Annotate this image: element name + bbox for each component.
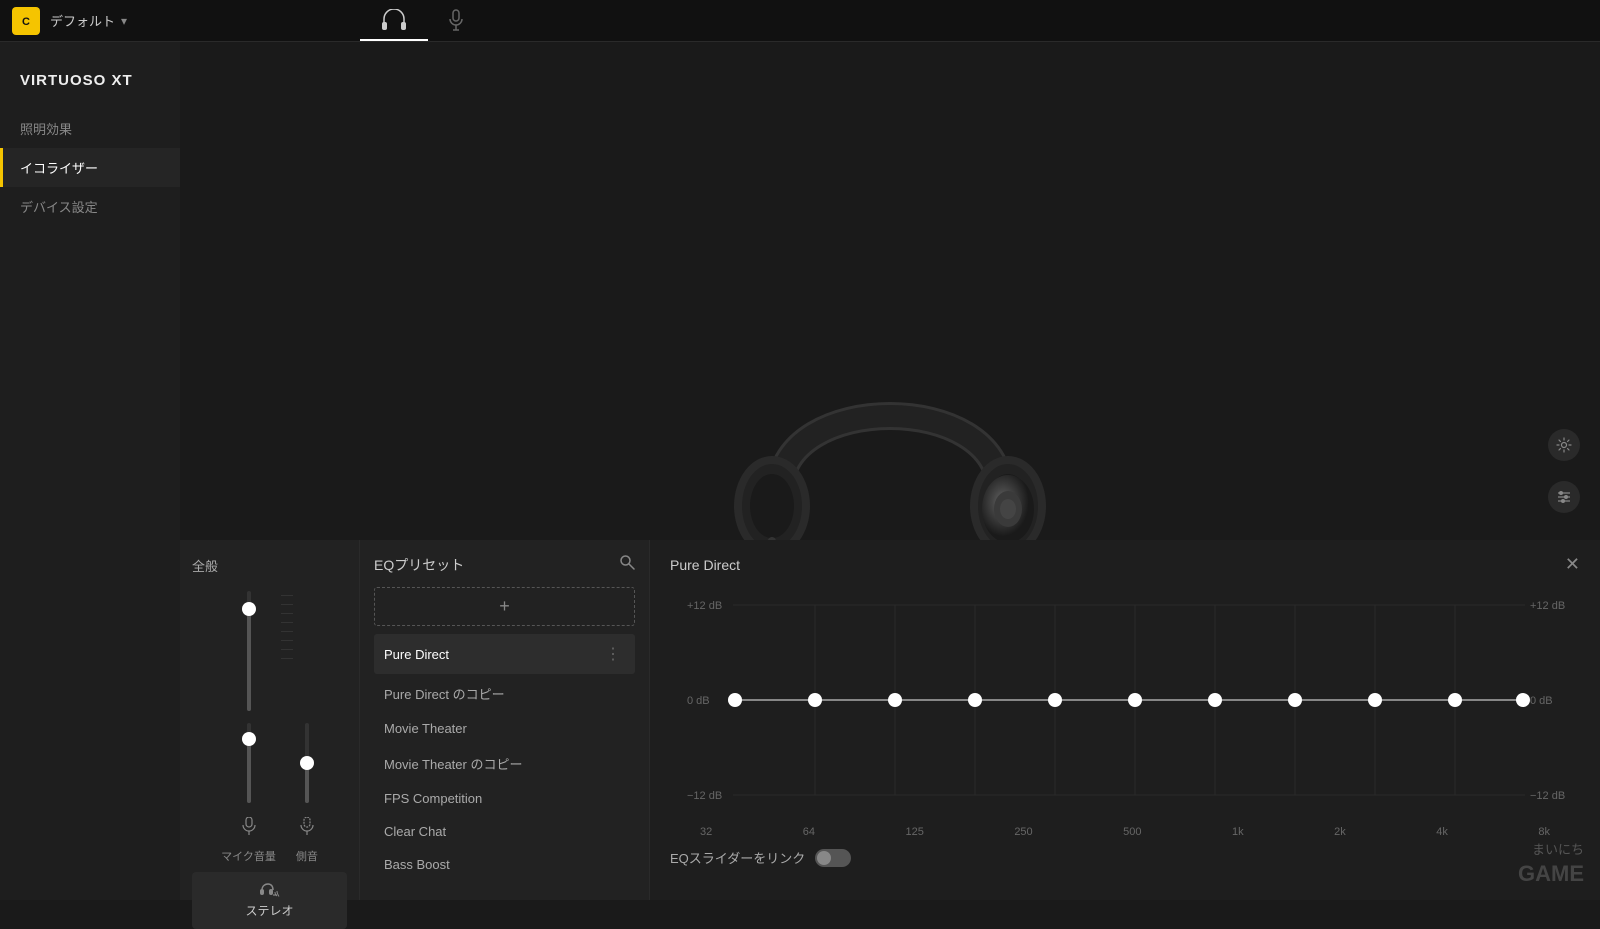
main-area: VIRTUOSO XT 照明効果 イコライザー デバイス設定 [0, 42, 1600, 900]
eq-point-1[interactable] [808, 693, 822, 707]
eq-point-9[interactable] [1448, 693, 1462, 707]
eq-graph-title: Pure Direct [670, 557, 740, 573]
settings-icon[interactable] [1548, 429, 1580, 461]
eq-point-0[interactable] [728, 693, 742, 707]
svg-text:0 dB: 0 dB [687, 695, 710, 707]
freq-label-125: 125 [905, 826, 923, 838]
freq-label-1k: 1k [1232, 826, 1244, 838]
stereo-btn-label: ステレオ [245, 902, 293, 919]
device-title: VIRTUOSO XT [0, 72, 180, 109]
eq-close-button[interactable]: ✕ [1565, 554, 1580, 575]
svg-text:0 dB: 0 dB [1530, 695, 1553, 707]
nav-device-settings[interactable]: デバイス設定 [0, 187, 180, 226]
eq-preset-panel: EQプリセット + Pure Direct ⋮ [360, 540, 650, 900]
main-volume-fill [247, 609, 251, 711]
freq-label-32: 32 [700, 826, 712, 838]
eq-point-4[interactable] [1048, 693, 1062, 707]
svg-text:C: C [22, 16, 30, 28]
freq-label-4k: 4k [1436, 826, 1448, 838]
eq-point-7[interactable] [1288, 693, 1302, 707]
sliders-row [192, 591, 347, 711]
sidetone-icon [300, 817, 314, 840]
watermark-line2: GAME [1518, 859, 1584, 890]
tab-mic[interactable] [428, 0, 484, 41]
volume-ticks [281, 595, 293, 659]
tab-headphone[interactable] [360, 0, 428, 41]
svg-text:−12 dB: −12 dB [687, 790, 722, 802]
eq-freq-labels: 32 64 125 250 500 1k 2k 4k 8k [670, 820, 1580, 838]
toggle-thumb [817, 851, 831, 865]
preset-dropdown-icon[interactable]: ▾ [121, 14, 127, 28]
sidetone-thumb[interactable] [300, 756, 314, 770]
eq-graph-container: +12 dB 0 dB −12 dB +12 dB 0 dB −12 dB [670, 585, 1580, 886]
top-bar: C デフォルト ▾ [0, 0, 1600, 42]
mic-volume-col: マイク音量 [221, 723, 276, 864]
sidetone-col: 側音 [296, 723, 318, 864]
freq-label-8k: 8k [1538, 826, 1550, 838]
eq-graph-svg: +12 dB 0 dB −12 dB +12 dB 0 dB −12 dB [670, 585, 1580, 815]
preset-label: デフォルト [50, 11, 115, 30]
eq-preset-header: EQプリセット [374, 554, 635, 575]
equalizer-icon[interactable] [1548, 481, 1580, 513]
eq-point-6[interactable] [1208, 693, 1222, 707]
preset-item-pure-direct-copy[interactable]: Pure Direct のコピー [374, 676, 635, 711]
eq-link-row: EQスライダーをリンク [670, 848, 1580, 867]
freq-label-64: 64 [803, 826, 815, 838]
preset-item-fps[interactable]: FPS Competition [374, 783, 635, 814]
preset-item-clear-chat[interactable]: Clear Chat [374, 816, 635, 847]
svg-text:+12 dB: +12 dB [687, 600, 722, 612]
svg-text:−12 dB: −12 dB [1530, 790, 1565, 802]
mic-volume-thumb[interactable] [242, 732, 256, 746]
sidetone-track[interactable] [305, 723, 309, 803]
freq-label-250: 250 [1014, 826, 1032, 838]
stereo-button[interactable]: ステレオ [192, 872, 347, 929]
eq-point-10[interactable] [1516, 693, 1530, 707]
eq-graph-header: Pure Direct ✕ [670, 554, 1580, 575]
nav-equalizer[interactable]: イコライザー [0, 148, 180, 187]
eq-point-8[interactable] [1368, 693, 1382, 707]
eq-link-toggle[interactable] [815, 849, 851, 867]
freq-label-2k: 2k [1334, 826, 1346, 838]
preset-list: Pure Direct ⋮ Pure Direct のコピー Movie The… [374, 634, 635, 880]
main-volume-slider-col [247, 591, 251, 711]
main-volume-track[interactable] [247, 591, 251, 711]
nav-lighting[interactable]: 照明効果 [0, 109, 180, 148]
volume-panel-title: 全般 [192, 556, 347, 575]
watermark-line1: まいにち [1518, 841, 1584, 859]
mic-volume-label: マイク音量 [221, 848, 276, 864]
top-tabs [360, 0, 484, 41]
sub-sliders-row: マイク音量 [192, 723, 347, 864]
preset-item-movie-theater-copy[interactable]: Movie Theater のコピー [374, 746, 635, 781]
eq-point-2[interactable] [888, 693, 902, 707]
eq-point-3[interactable] [968, 693, 982, 707]
sidebar: VIRTUOSO XT 照明効果 イコライザー デバイス設定 [0, 42, 180, 900]
preset-item-movie-theater[interactable]: Movie Theater [374, 713, 635, 744]
preset-more-btn-0[interactable]: ⋮ [601, 642, 625, 666]
main-volume-thumb[interactable] [242, 602, 256, 616]
center-content: 全般 [180, 42, 1600, 900]
volume-panel: 全般 [180, 540, 360, 900]
mic-icon [242, 817, 256, 840]
freq-label-500: 500 [1123, 826, 1141, 838]
eq-point-5[interactable] [1128, 693, 1142, 707]
svg-text:+12 dB: +12 dB [1530, 600, 1565, 612]
mic-volume-fill [247, 739, 251, 803]
eq-graph-panel: Pure Direct ✕ +12 dB 0 dB [650, 540, 1600, 900]
search-button[interactable] [619, 554, 635, 575]
eq-link-label: EQスライダーをリンク [670, 848, 805, 867]
watermark: まいにち GAME [1518, 841, 1584, 890]
add-preset-button[interactable]: + [374, 587, 635, 626]
preset-item-bass-boost[interactable]: Bass Boost [374, 849, 635, 880]
bottom-panel: 全般 [180, 540, 1600, 900]
app-logo: C [12, 7, 40, 35]
preset-item-pure-direct[interactable]: Pure Direct ⋮ [374, 634, 635, 674]
right-side-icons [1548, 429, 1580, 513]
eq-preset-title: EQプリセット [374, 555, 464, 575]
mic-volume-track[interactable] [247, 723, 251, 803]
sidetone-label: 側音 [296, 848, 318, 864]
